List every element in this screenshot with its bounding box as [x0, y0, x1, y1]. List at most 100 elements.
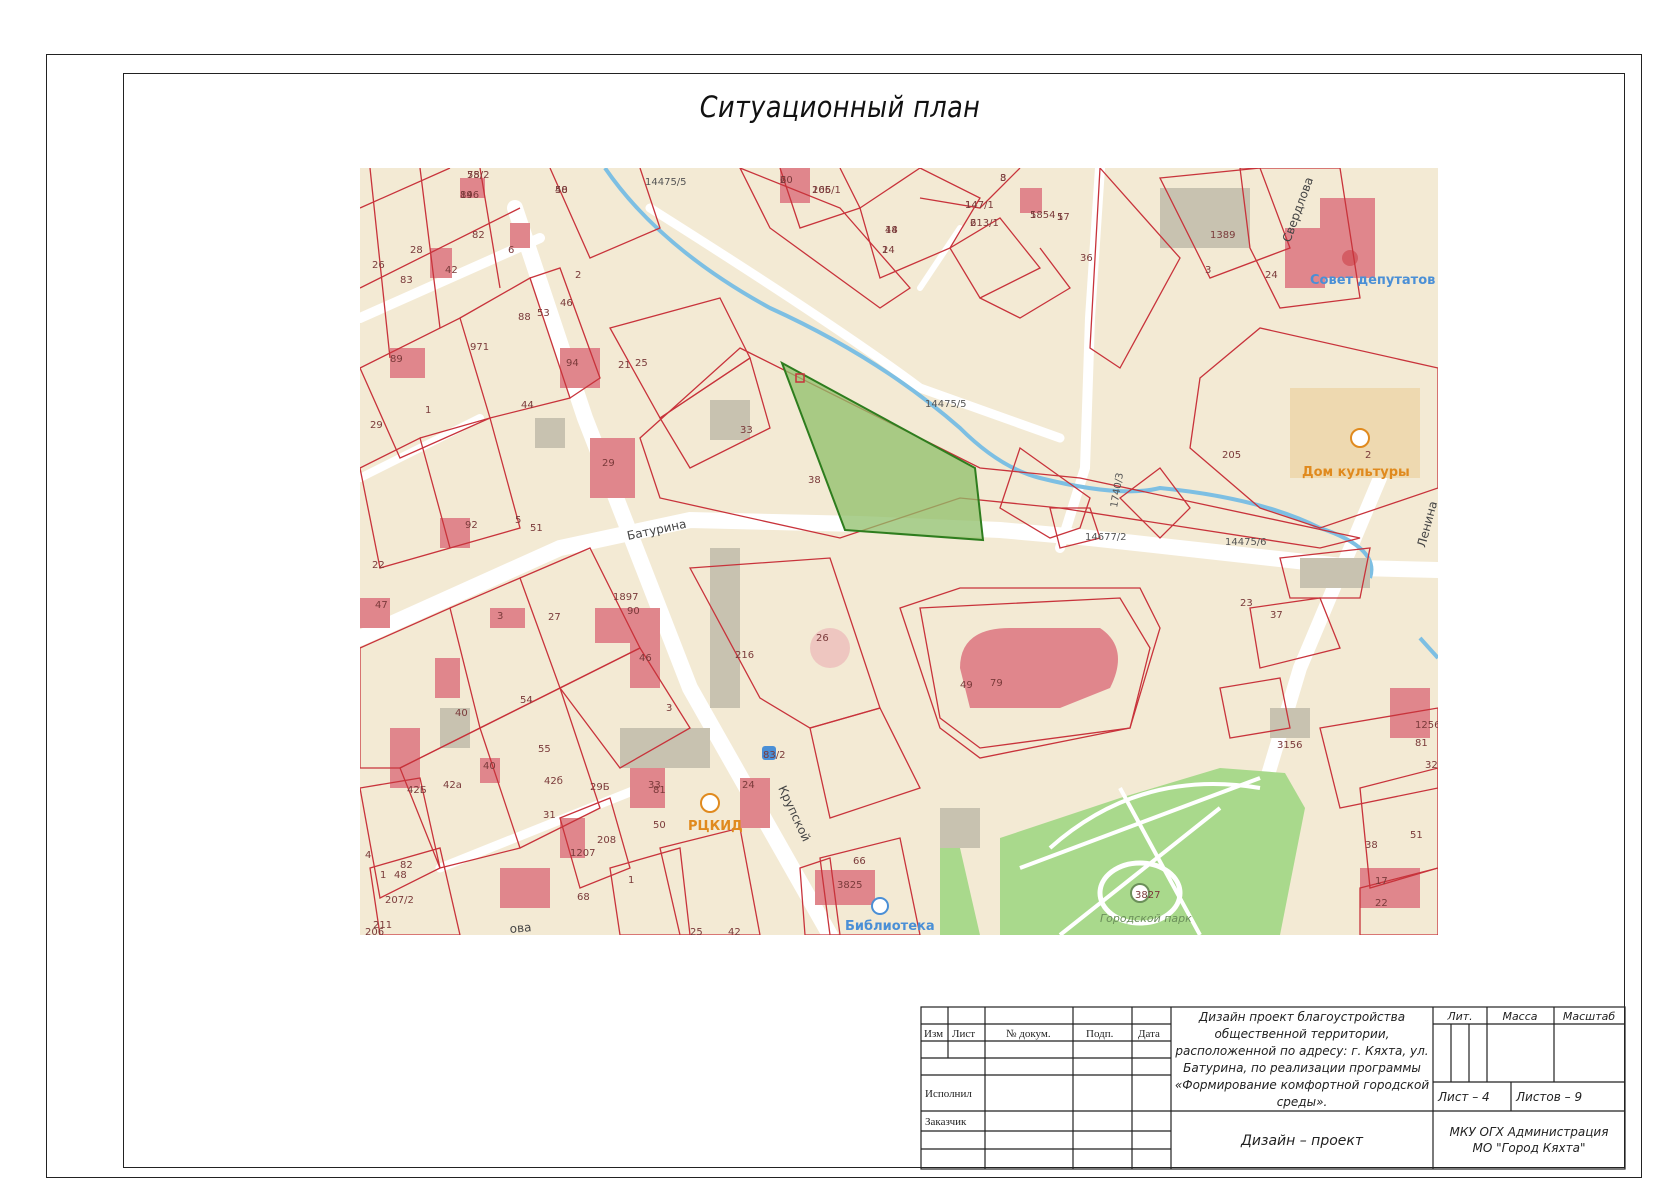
stamp-subtitle: Дизайн – проект	[1240, 1133, 1364, 1149]
poi-label: Совет депутатов	[1310, 273, 1435, 288]
map-canvas: БатуринаКрупскойСвердловаЛенинаоваСовет …	[360, 168, 1438, 935]
street-label: ова	[509, 920, 532, 935]
house-number: 89	[390, 354, 403, 365]
house-number: 22	[372, 560, 385, 571]
project-title-line-2: общественной территории,	[1215, 1027, 1390, 1041]
house-number: 29	[370, 420, 383, 431]
house-number: 971	[470, 342, 489, 353]
stamp-header-izm: Изм	[924, 1028, 943, 1040]
house-number: 40	[455, 708, 468, 719]
house-number: 44	[521, 400, 534, 411]
house-number: 42а	[443, 780, 462, 791]
house-number: 1	[425, 405, 431, 416]
house-number: 1389	[1210, 230, 1235, 241]
project-title-line-5: «Формирование комфортной городской	[1175, 1078, 1430, 1092]
house-number: 54	[520, 695, 533, 706]
house-number: 42б	[544, 776, 563, 787]
house-number: 94	[566, 358, 579, 369]
house-number: 23	[1240, 598, 1253, 609]
house-number: 48	[394, 870, 407, 881]
poi-label: Дом культуры	[1302, 465, 1410, 480]
stamp-header-list: Лист	[952, 1028, 975, 1040]
situation-map: Батурина Крупской Свердлова Ленина ова Совет …	[360, 168, 1438, 935]
stamp-role-customer: Заказчик	[925, 1116, 967, 1128]
house-number: 211	[373, 920, 392, 931]
house-number: 1	[380, 870, 386, 881]
title-block-grid: Изм Лист № докум. Подп. Дата Исполнил За…	[920, 1006, 1626, 1170]
house-number: 208	[597, 835, 616, 846]
house-number: 3	[497, 611, 503, 622]
house-number: 216	[735, 650, 754, 661]
house-number: 26	[372, 260, 385, 271]
house-number: 37	[1270, 610, 1283, 621]
house-number: 196	[460, 190, 479, 201]
house-number: 83/2	[763, 750, 785, 761]
house-number: 1	[1057, 212, 1063, 223]
house-number: 207/2	[385, 895, 414, 906]
parcel-number: 14475/5	[925, 399, 967, 410]
house-number: 78/2	[467, 170, 489, 181]
house-number: 42	[728, 927, 741, 935]
house-number: 21	[618, 360, 631, 371]
parcel-number: 14475/5	[645, 177, 687, 188]
house-number: 28	[410, 245, 423, 256]
house-number: 27	[548, 612, 561, 623]
house-number: 6	[780, 175, 786, 186]
stamp-organization-2: МО "Город Кяхта"	[1473, 1141, 1586, 1155]
house-number: 1854	[1030, 210, 1055, 221]
house-number: 81	[1415, 738, 1428, 749]
house-number: 46	[560, 298, 573, 309]
house-number: 50	[555, 185, 568, 196]
house-number: 68	[577, 892, 590, 903]
stamp-header-sign: Подп.	[1086, 1028, 1114, 1040]
parcel-number: 14475/6	[1225, 537, 1267, 548]
house-number: 22	[1375, 898, 1388, 909]
house-number: 33	[740, 425, 753, 436]
house-number: 25	[690, 927, 703, 935]
house-number: 83	[400, 275, 413, 286]
house-number: 42	[445, 265, 458, 276]
house-number: 51	[1410, 830, 1423, 841]
house-number: 17	[1375, 876, 1388, 887]
house-number: 2	[1365, 450, 1371, 461]
project-title-line-6: среды».	[1277, 1095, 1328, 1109]
project-title-line-3: расположенной по адресу: г. Кяхта, ул.	[1174, 1044, 1428, 1058]
stamp-sheets-total: Листов – 9	[1515, 1090, 1582, 1104]
house-number: 88	[518, 312, 531, 323]
house-number: 50	[653, 820, 666, 831]
house-number: 8	[1000, 173, 1006, 184]
stamp-col-lit: Лит.	[1446, 1010, 1472, 1023]
house-number: 14	[882, 245, 895, 256]
house-number: 5	[515, 515, 521, 526]
house-number: 46	[639, 653, 652, 664]
house-number: 1256	[1415, 720, 1438, 731]
house-number: 66	[853, 856, 866, 867]
house-number: 1897	[613, 592, 638, 603]
house-number: 3	[1205, 265, 1211, 276]
stamp-col-scale: Масштаб	[1563, 1010, 1615, 1023]
house-number: 1	[628, 875, 634, 886]
poi-label: Библиотека	[845, 919, 935, 934]
house-number: 3827	[1135, 890, 1160, 901]
house-number: 4	[365, 850, 371, 861]
title-block: Изм Лист № докум. Подп. Дата Исполнил За…	[920, 1006, 1626, 1170]
stamp-organization-1: МКУ ОГХ Администрация	[1450, 1125, 1609, 1139]
stamp-col-mass: Масса	[1502, 1010, 1537, 1023]
house-number: 32	[1425, 760, 1438, 771]
house-number: 55	[538, 744, 551, 755]
house-number: 3825	[837, 880, 862, 891]
project-title-line-4: Батурина, по реализации программы	[1183, 1061, 1421, 1075]
house-number: 25	[635, 358, 648, 369]
parcel-number: 14677/2	[1085, 532, 1127, 543]
house-number: 1207	[570, 848, 595, 859]
house-number: 81	[653, 785, 666, 796]
house-number: 42Б	[407, 785, 427, 796]
stamp-sheet: Лист – 4	[1437, 1090, 1490, 1104]
house-number: 2	[575, 270, 581, 281]
stamp-header-date: Дата	[1138, 1028, 1160, 1040]
house-number: 205	[1222, 450, 1241, 461]
house-number: 79	[990, 678, 1003, 689]
house-number: 90	[627, 606, 640, 617]
house-number: 6	[508, 245, 514, 256]
house-number: 29	[602, 458, 615, 469]
